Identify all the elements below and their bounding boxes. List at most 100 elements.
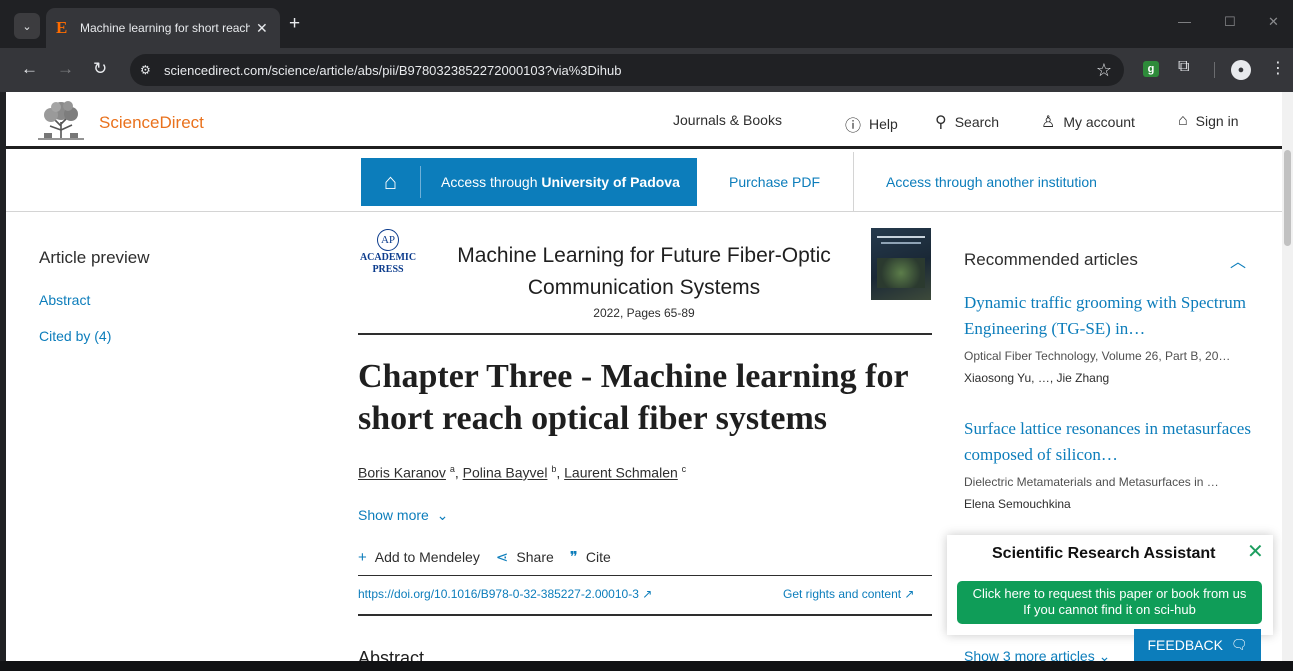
recommended-article-link[interactable]: Dynamic traffic grooming with Spectrum E… — [964, 290, 1254, 342]
cite-button[interactable]: ❞ Cite — [570, 548, 611, 566]
academic-press-line1: ACADEMIC — [359, 252, 417, 263]
recommended-article-authors: Elena Semouchkina — [964, 497, 1071, 511]
external-link-icon: ↗ — [642, 587, 653, 601]
academic-press-mark-icon: AP — [377, 229, 399, 251]
site-header: ScienceDirect Journals & Books ⓘ Help ⚲ … — [6, 92, 1282, 149]
search-label: Search — [954, 114, 1000, 130]
maximize-icon[interactable]: ☐ — [1224, 14, 1236, 30]
extensions-puzzle-icon[interactable]: ⧉ — [1178, 58, 1189, 76]
doi-text: https://doi.org/10.1016/B978-0-32-385227… — [358, 587, 639, 601]
author-link[interactable]: Boris Karanov — [358, 465, 446, 481]
recommended-article-link[interactable]: Surface lattice resonances in metasurfac… — [964, 416, 1254, 468]
access-button-label: Access through University of Padova — [441, 174, 680, 190]
scrollbar-thumb[interactable] — [1284, 150, 1291, 246]
forward-arrow-icon[interactable]: → — [57, 58, 74, 80]
recommended-article-source: Optical Fiber Technology, Volume 26, Par… — [964, 349, 1231, 363]
my-account-link[interactable]: ♙ My account — [1041, 112, 1135, 132]
research-assistant-title: Scientific Research Assistant — [992, 545, 1216, 562]
chat-bubble-icon: 🗨 — [1230, 637, 1248, 652]
request-button-line2: If you cannot find it on sci-hub — [1023, 602, 1196, 617]
abstract-heading: Abstract — [358, 648, 425, 661]
recommended-articles-heading: Recommended articles — [964, 250, 1138, 269]
elsevier-favicon-icon: E — [56, 18, 68, 37]
institution-icon: ⌂ — [361, 166, 421, 198]
access-bar: ⌂ Access through University of Padova Pu… — [6, 152, 1282, 212]
profile-avatar-icon[interactable]: ● — [1231, 60, 1251, 80]
close-icon[interactable]: ✕ — [1247, 539, 1264, 564]
rights-text: Get rights and content — [783, 587, 902, 601]
sign-in-link[interactable]: ⌂ Sign in — [1178, 112, 1238, 130]
toolbar-divider — [1214, 62, 1215, 78]
site-info-icon[interactable]: ⚙ — [140, 63, 160, 77]
share-icon: ⋖ — [495, 549, 509, 566]
tab-close-icon[interactable]: ✕ — [256, 20, 268, 37]
purchase-pdf-link[interactable]: Purchase PDF — [729, 174, 820, 190]
divider — [358, 575, 932, 576]
browser-tab[interactable]: E Machine learning for short reach ✕ — [46, 8, 280, 48]
divider — [358, 333, 932, 335]
show-more-articles-label: Show 3 more articles — [964, 648, 1095, 661]
show-more-button[interactable]: Show more ⌄ — [358, 507, 448, 524]
affiliation-mark: a — [449, 464, 455, 474]
doi-link[interactable]: https://doi.org/10.1016/B978-0-32-385227… — [358, 587, 652, 601]
rights-content-link[interactable]: Get rights and content ↗ — [783, 587, 914, 601]
article-title: Chapter Three - Machine learning for sho… — [358, 358, 908, 437]
address-bar[interactable]: ⚙ sciencedirect.com/science/article/abs/… — [130, 54, 1124, 86]
elsevier-tree-logo-icon[interactable] — [38, 100, 84, 140]
author-list: Boris Karanov a, Polina Bayvel b, Lauren… — [358, 464, 687, 481]
chevron-down-icon: ⌄ — [432, 507, 449, 523]
browser-toolbar: ← → ↻ ⚙ sciencedirect.com/science/articl… — [0, 48, 1293, 92]
request-paper-button[interactable]: Click here to request this paper or book… — [957, 581, 1262, 624]
affiliation-mark: c — [681, 464, 687, 474]
cover-title-line — [877, 236, 925, 238]
article-preview-heading: Article preview — [39, 248, 150, 267]
request-button-line1: Click here to request this paper or book… — [972, 586, 1247, 601]
help-link[interactable]: ⓘ Help — [845, 112, 898, 136]
url-text[interactable]: sciencedirect.com/science/article/abs/pi… — [164, 63, 1096, 78]
other-institution-link[interactable]: Access through another institution — [886, 174, 1097, 190]
new-tab-icon[interactable]: + — [289, 14, 300, 34]
sciencedirect-logo-text[interactable]: ScienceDirect — [99, 113, 204, 133]
recommended-article-source: Dielectric Metamaterials and Metasurface… — [964, 475, 1219, 489]
academic-press-logo[interactable]: AP ACADEMIC PRESS — [358, 229, 418, 275]
back-arrow-icon[interactable]: ← — [21, 58, 38, 80]
sidebar-link-abstract[interactable]: Abstract — [39, 292, 90, 308]
add-to-mendeley-button[interactable]: + Add to Mendeley — [358, 548, 480, 566]
bookmark-star-icon[interactable]: ☆ — [1096, 60, 1112, 81]
show-more-articles-button[interactable]: Show 3 more articles ⌄ — [964, 648, 1110, 661]
tab-search-chevron-icon[interactable]: ⌄ — [14, 13, 40, 39]
book-cover-image[interactable] — [871, 228, 931, 300]
book-title[interactable]: Machine Learning for Future Fiber-Optic … — [432, 240, 856, 304]
chevron-up-icon[interactable]: ︿ — [1230, 248, 1246, 272]
page-scrollbar[interactable] — [1282, 92, 1293, 661]
person-icon: ♙ — [1041, 114, 1056, 131]
reload-icon[interactable]: ↻ — [93, 58, 107, 80]
extension-g-icon[interactable]: g — [1143, 61, 1159, 77]
research-assistant-panel: Scientific Research Assistant ✕ Click he… — [947, 535, 1273, 635]
cite-label: Cite — [585, 549, 611, 565]
access-divider — [853, 152, 854, 212]
help-circle-icon: ⓘ — [845, 118, 862, 135]
article-actions: + Add to Mendeley ⋖ Share ❞ Cite — [358, 548, 627, 567]
quote-icon: ❞ — [569, 549, 578, 566]
access-through-institution-button[interactable]: ⌂ Access through University of Padova — [361, 158, 697, 206]
share-label: Share — [516, 549, 554, 565]
help-label: Help — [869, 116, 898, 132]
cover-subtitle-line — [881, 242, 921, 244]
journals-books-label: Journals & Books — [673, 112, 782, 128]
show-more-label: Show more — [358, 507, 429, 523]
author-link[interactable]: Polina Bayvel — [463, 465, 548, 481]
journals-books-link[interactable]: Journals & Books — [673, 112, 782, 128]
author-link[interactable]: Laurent Schmalen — [564, 465, 678, 481]
share-button[interactable]: ⋖ Share — [496, 548, 554, 566]
browser-menu-icon[interactable]: ⋮ — [1270, 58, 1286, 78]
feedback-button[interactable]: FEEDBACK 🗨 — [1134, 629, 1261, 661]
window-close-icon[interactable]: ✕ — [1268, 14, 1279, 30]
web-page: ScienceDirect Journals & Books ⓘ Help ⚲ … — [6, 92, 1282, 661]
academic-press-line2: PRESS — [372, 264, 404, 275]
search-link[interactable]: ⚲ Search — [935, 112, 999, 132]
sidebar-link-cited-by[interactable]: Cited by (4) — [39, 328, 111, 344]
chevron-down-icon: ⌄ — [1098, 648, 1111, 661]
minimize-icon[interactable]: — — [1178, 14, 1191, 29]
my-account-label: My account — [1063, 114, 1135, 130]
